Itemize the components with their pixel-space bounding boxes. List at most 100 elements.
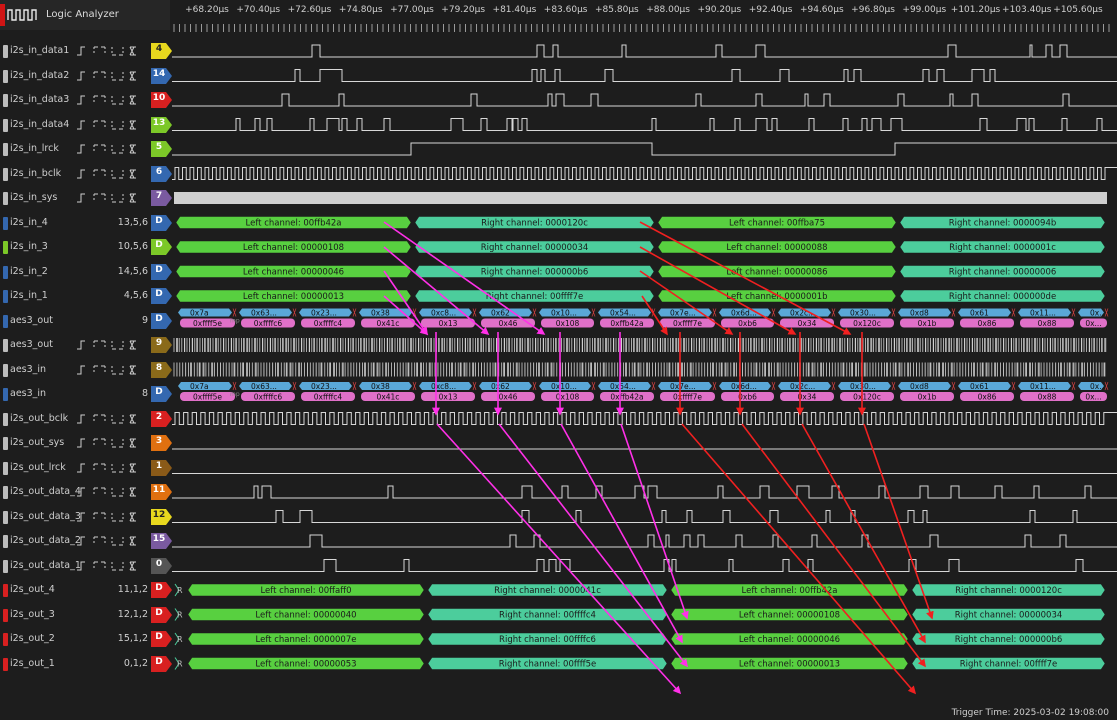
bus-reset-label: R: [177, 635, 183, 644]
ruler-label: +68.20µs: [185, 5, 229, 15]
trigger-condition-icon[interactable]: [76, 71, 148, 81]
aes-preamble: [951, 308, 956, 317]
digital-trace: [172, 559, 1117, 572]
bus-reset-label: R: [177, 586, 183, 595]
channel-name: i2s_out_1: [10, 657, 55, 669]
channel-row[interactable]: i2s_out_data_1 0: [0, 554, 172, 578]
channel-badge: 4: [155, 44, 163, 54]
aes-frame-value: 0x61: [970, 309, 989, 318]
aes-sample-value: 0xffffc4: [314, 393, 343, 402]
bus-value: Right channel: 0000001c: [949, 243, 1056, 253]
channel-row[interactable]: aes3_out 9 D: [0, 309, 172, 333]
trigger-condition-icon[interactable]: [76, 193, 148, 203]
trigger-condition-icon[interactable]: [76, 120, 148, 130]
channel-pins: 15,1,2: [117, 633, 148, 644]
aes-sample-value: 0x88: [1038, 393, 1057, 402]
ruler-label: +90.20µs: [697, 5, 742, 15]
aes-sample-value: 0x88: [1038, 319, 1057, 328]
bus-value: Left channel: 00000088: [726, 243, 827, 253]
bus-value: Left channel: 00000108: [243, 243, 344, 253]
aes-fragment: mp: [230, 318, 240, 325]
time-ruler[interactable]: +68.20µs +70.40µs +72.60µs +74.80µs +77.00µs…: [166, 0, 1117, 36]
channel-row[interactable]: i2s_out_data_4 11: [0, 480, 172, 504]
ruler-label: +74.80µs: [338, 5, 383, 15]
aes-sample-value: 0x1b: [918, 393, 937, 402]
channel-row[interactable]: aes3_out 9: [0, 333, 172, 357]
channel-name: i2s_in_bclk: [10, 167, 62, 179]
trigger-condition-icon[interactable]: [76, 487, 148, 497]
channel-row[interactable]: i2s_in_3 10,5,6 D: [0, 235, 172, 259]
channel-row[interactable]: aes3_in 8 D: [0, 382, 172, 406]
aes-sample-value: 0xb6: [738, 319, 757, 328]
channel-name: i2s_in_1: [10, 290, 48, 301]
aes-sample-value: 0x41c: [377, 319, 400, 328]
channel-color-chip: [3, 412, 8, 426]
channel-row[interactable]: i2s_in_lrck 5: [0, 137, 172, 161]
bus-value: Right channel: 000000b6: [955, 635, 1063, 645]
digital-trace: [172, 510, 1117, 523]
aes-frame-value: 0x11...: [1030, 309, 1056, 318]
trigger-condition-icon[interactable]: [76, 561, 148, 571]
channel-color-chip: [3, 265, 8, 279]
channel-pins: 13,5,6: [117, 216, 148, 228]
channel-row[interactable]: i2s_out_data_3 12: [0, 505, 172, 529]
aes-frame-value: 0x54...: [610, 309, 636, 318]
channel-row[interactable]: i2s_out_3 12,1,2 D: [0, 603, 172, 627]
channel-row[interactable]: i2s_out_bclk 2: [0, 407, 172, 431]
channel-row[interactable]: i2s_in_4 13,5,6 D: [0, 211, 172, 235]
channel-color-chip: [3, 535, 8, 548]
channel-row[interactable]: i2s_in_sys 7: [0, 186, 172, 210]
bus-value: Right channel: 000000b6: [481, 268, 589, 278]
channel-color-chip: [3, 216, 8, 230]
channel-color-chip: [3, 290, 8, 303]
trigger-condition-icon[interactable]: [76, 95, 148, 105]
mapping-arrow: [498, 423, 688, 668]
channel-name: aes3_in: [10, 388, 47, 399]
aes-sample-value: 0x34: [798, 319, 817, 328]
channel-badge: 6: [155, 166, 163, 177]
channel-pins: 8: [141, 388, 148, 399]
channel-row[interactable]: i2s_out_data_2 15: [0, 529, 172, 553]
channel-row[interactable]: i2s_in_data1 4: [0, 39, 172, 63]
bus-value: Right channel: 00ffffc6: [499, 635, 596, 645]
aes-sample-value: 0x41c: [377, 393, 400, 402]
channel-pins: 12,1,2: [117, 608, 148, 620]
trigger-condition-icon[interactable]: [76, 340, 148, 350]
channel-badge: D: [155, 215, 163, 226]
trigger-condition-icon[interactable]: [76, 414, 148, 424]
trigger-condition-icon[interactable]: [76, 365, 148, 375]
bus-value: Right channel: 0000120c: [955, 586, 1062, 596]
aes-sample-value: 0xffff7e: [673, 319, 702, 328]
ruler-label: +94.60µs: [799, 5, 844, 15]
trigger-condition-icon[interactable]: [76, 463, 148, 473]
channel-row[interactable]: i2s_out_4 11,1,2 D: [0, 578, 172, 602]
channel-row[interactable]: i2s_in_2 14,5,6 D: [0, 260, 172, 284]
ruler-label: +77.00µs: [390, 5, 434, 15]
ruler-label: +81.40µs: [492, 5, 537, 15]
aes-sample-value: 0xffffc4: [314, 319, 343, 328]
channel-row[interactable]: i2s_out_lrck 1: [0, 456, 172, 480]
channel-row[interactable]: i2s_in_data3 10: [0, 88, 172, 112]
channel-color-chip: [3, 363, 8, 377]
channel-row[interactable]: aes3_in 8: [0, 358, 172, 382]
channel-row[interactable]: i2s_out_1 0,1,2 D: [0, 652, 172, 676]
trigger-condition-icon[interactable]: [76, 169, 148, 179]
channel-row[interactable]: i2s_in_data4 13: [0, 113, 172, 137]
trigger-condition-icon[interactable]: [76, 46, 148, 56]
channel-row[interactable]: i2s_out_2 15,1,2 D: [0, 627, 172, 651]
channel-row[interactable]: i2s_in_1 4,5,6 D: [0, 284, 172, 308]
channel-row[interactable]: i2s_out_sys 3: [0, 431, 172, 455]
channel-name: i2s_out_4: [10, 584, 55, 595]
channel-name: i2s_out_sys: [10, 437, 65, 448]
channel-color-chip: [3, 461, 8, 475]
channel-row[interactable]: i2s_in_data2 14: [0, 64, 172, 88]
trigger-condition-icon[interactable]: [76, 536, 148, 546]
trigger-condition-icon[interactable]: [76, 144, 148, 154]
trigger-condition-icon[interactable]: [76, 512, 148, 522]
aes-sample-value: 0xffff7e: [673, 393, 702, 402]
channel-name: i2s_in_data2: [10, 69, 70, 81]
bus-value: Left channel: 00000040: [255, 611, 356, 621]
channel-row[interactable]: i2s_in_bclk 6: [0, 162, 172, 186]
trigger-condition-icon[interactable]: [76, 438, 148, 448]
waveform-area[interactable]: Left channel: 00ffb42a Right channel: 000…: [172, 36, 1117, 706]
